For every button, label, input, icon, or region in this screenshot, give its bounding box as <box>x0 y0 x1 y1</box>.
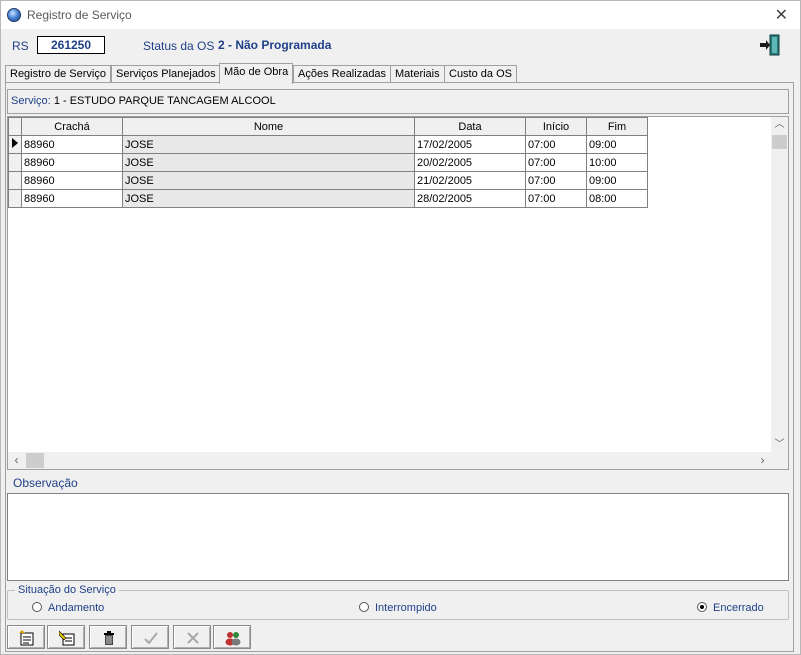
cell-data[interactable]: 20/02/2005 <box>414 153 526 172</box>
scrollbar-corner <box>771 452 788 469</box>
cell-inicio[interactable]: 07:00 <box>525 189 587 208</box>
scroll-right-arrow-icon[interactable]: › <box>754 452 771 469</box>
radio-interrompido[interactable]: Interrompido <box>359 602 437 614</box>
cell-fim[interactable]: 09:00 <box>586 171 648 190</box>
scroll-up-arrow-icon[interactable]: ︿ <box>771 117 788 133</box>
radio-encerrado-circle[interactable] <box>697 602 707 612</box>
table-header-row: Crachá Nome Data Início Fim <box>8 117 648 136</box>
registro-servico-window: Registro de Serviço ✕ RS 261250 Status d… <box>0 0 801 655</box>
labor-grid[interactable]: Crachá Nome Data Início Fim 88960 JOSE 1… <box>7 116 789 470</box>
new-record-button[interactable] <box>7 625 45 649</box>
horizontal-scrollbar[interactable]: ‹ › <box>8 452 771 469</box>
cell-inicio[interactable]: 07:00 <box>525 135 587 154</box>
radio-andamento[interactable]: Andamento <box>32 602 104 614</box>
observation-textarea[interactable] <box>7 493 789 581</box>
scroll-down-arrow-icon[interactable]: ﹀ <box>771 437 788 453</box>
column-header-inicio[interactable]: Início <box>525 117 587 136</box>
new-record-icon <box>19 630 34 646</box>
status-label: Status da OS <box>143 39 215 53</box>
tab-mao-de-obra[interactable]: Mão de Obra <box>219 63 294 84</box>
cell-data[interactable]: 21/02/2005 <box>414 171 526 190</box>
cell-cracha[interactable]: 88960 <box>21 171 123 190</box>
column-header-cracha[interactable]: Crachá <box>21 117 123 136</box>
app-icon <box>7 8 21 22</box>
cell-data[interactable]: 28/02/2005 <box>414 189 526 208</box>
cell-cracha[interactable]: 88960 <box>21 153 123 172</box>
row-indicator <box>8 189 22 208</box>
rs-label: RS <box>12 39 29 53</box>
service-value: 1 - ESTUDO PARQUE TANCAGEM ALCOOL <box>53 95 276 107</box>
current-row-indicator <box>8 135 22 154</box>
cell-nome[interactable]: JOSE <box>122 189 415 208</box>
row-indicator <box>8 171 22 190</box>
cell-data[interactable]: 17/02/2005 <box>414 135 526 154</box>
radio-interrompido-circle[interactable] <box>359 602 369 612</box>
labor-table: Crachá Nome Data Início Fim 88960 JOSE 1… <box>8 117 648 208</box>
cell-nome[interactable]: JOSE <box>122 153 415 172</box>
row-indicator <box>8 153 22 172</box>
column-header-data[interactable]: Data <box>414 117 526 136</box>
service-bar: Serviço: 1 - ESTUDO PARQUE TANCAGEM ALCO… <box>7 89 789 114</box>
cell-fim[interactable]: 08:00 <box>586 189 648 208</box>
check-icon <box>144 632 158 645</box>
cancel-button[interactable] <box>173 625 211 649</box>
edit-record-icon <box>59 630 75 646</box>
cell-fim[interactable]: 10:00 <box>586 153 648 172</box>
scroll-left-arrow-icon[interactable]: ‹ <box>8 452 25 469</box>
vertical-scroll-thumb[interactable] <box>772 135 787 149</box>
table-row[interactable]: 88960 JOSE 17/02/2005 07:00 09:00 <box>8 135 648 154</box>
vertical-scrollbar[interactable]: ︿ ﹀ <box>771 117 788 453</box>
exit-door-button[interactable] <box>758 33 782 57</box>
close-icon[interactable]: ✕ <box>775 5 788 25</box>
people-icon <box>225 632 241 646</box>
cancel-x-icon <box>187 632 199 644</box>
radio-andamento-label: Andamento <box>48 602 105 614</box>
cell-cracha[interactable]: 88960 <box>21 135 123 154</box>
row-pointer-icon <box>12 138 18 148</box>
radio-encerrado-label: Encerrado <box>713 602 764 614</box>
people-button[interactable] <box>213 625 251 649</box>
column-header-fim[interactable]: Fim <box>586 117 648 136</box>
cell-fim[interactable]: 09:00 <box>586 135 648 154</box>
row-indicator-header <box>8 117 22 136</box>
table-row[interactable]: 88960 JOSE 21/02/2005 07:00 09:00 <box>8 171 648 190</box>
trash-icon <box>104 631 114 645</box>
cell-inicio[interactable]: 07:00 <box>525 153 587 172</box>
cell-cracha[interactable]: 88960 <box>21 189 123 208</box>
radio-interrompido-label: Interrompido <box>375 602 437 614</box>
table-row[interactable]: 88960 JOSE 28/02/2005 07:00 08:00 <box>8 189 648 208</box>
observation-label: Observação <box>13 476 78 490</box>
delete-button[interactable] <box>89 625 127 649</box>
status-value: 2 - Não Programada <box>218 38 332 52</box>
horizontal-scroll-thumb[interactable] <box>26 453 44 468</box>
table-row[interactable]: 88960 JOSE 20/02/2005 07:00 10:00 <box>8 153 648 172</box>
cell-inicio[interactable]: 07:00 <box>525 171 587 190</box>
cell-nome[interactable]: JOSE <box>122 171 415 190</box>
rs-number-field: 261250 <box>37 36 105 54</box>
edit-record-button[interactable] <box>47 625 85 649</box>
situation-label: Situação do Serviço <box>15 584 119 596</box>
radio-encerrado[interactable]: Encerrado <box>697 602 764 614</box>
column-header-nome[interactable]: Nome <box>122 117 415 136</box>
cell-nome[interactable]: JOSE <box>122 135 415 154</box>
radio-andamento-circle[interactable] <box>32 602 42 612</box>
exit-door-icon <box>760 34 780 56</box>
window-title: Registro de Serviço <box>27 8 132 22</box>
confirm-button[interactable] <box>131 625 169 649</box>
title-bar: Registro de Serviço ✕ <box>1 1 800 29</box>
service-label: Serviço: <box>11 95 51 107</box>
